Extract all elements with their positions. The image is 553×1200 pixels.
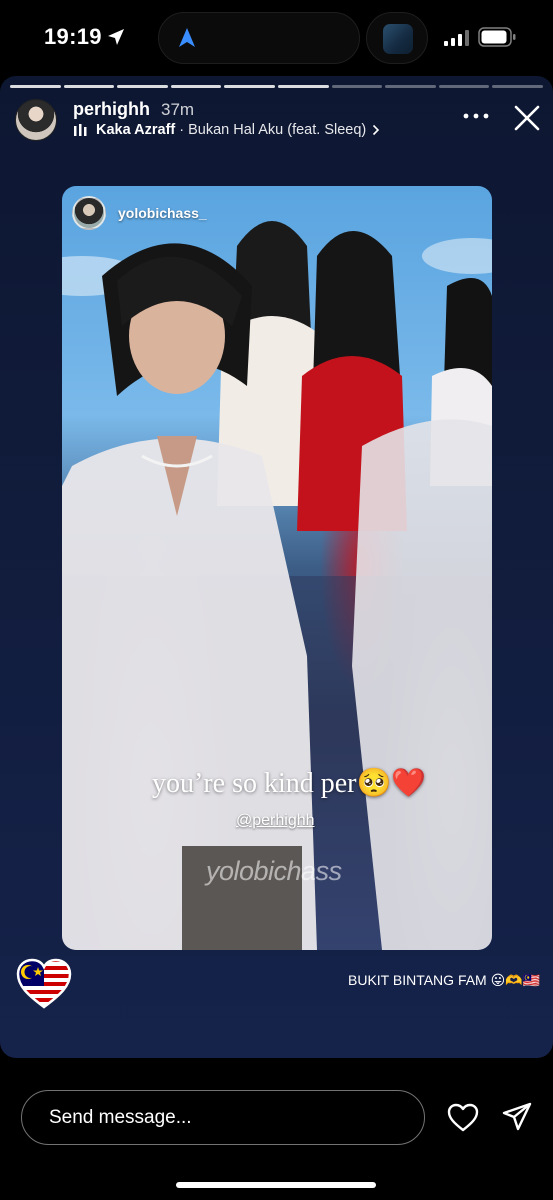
- story-caption: you’re so kind per🥺❤️: [152, 768, 427, 799]
- status-bar: 19:19: [0, 0, 553, 76]
- navigation-arrow-icon: [179, 28, 195, 47]
- now-playing-island[interactable]: [366, 12, 428, 64]
- progress-segment: [277, 85, 329, 88]
- story-age: 37m: [161, 100, 195, 119]
- music-artist: Kaka Azraff: [96, 122, 176, 138]
- shared-post-avatar: [72, 196, 106, 230]
- progress-segment: [10, 85, 61, 88]
- music-bars-icon: [74, 124, 87, 136]
- malaysia-heart-sticker[interactable]: [16, 958, 72, 1010]
- close-icon[interactable]: [513, 104, 541, 132]
- dynamic-island[interactable]: [158, 12, 360, 64]
- progress-segment: [170, 85, 222, 88]
- send-message-placeholder: Send message...: [49, 1107, 192, 1128]
- signal-icon: [444, 30, 469, 46]
- progress-segment: [492, 85, 543, 88]
- battery-icon: [478, 27, 516, 47]
- story-username[interactable]: perhighh: [73, 99, 150, 120]
- heart-icon[interactable]: [447, 1103, 479, 1133]
- progress-segment: [438, 85, 490, 88]
- progress-segment: [385, 85, 436, 88]
- story-progress-bar: [10, 85, 543, 88]
- shared-post-author[interactable]: yolobichass_: [72, 196, 207, 230]
- watermark-text: yolobichass: [206, 856, 342, 886]
- status-time: 19:19: [44, 24, 102, 49]
- more-options-icon[interactable]: [462, 112, 490, 120]
- shared-post-media[interactable]: yolobichass_ you’re so kind per🥺❤️ @perh…: [62, 186, 492, 950]
- progress-segment: [63, 85, 115, 88]
- album-art-thumb: [383, 24, 413, 54]
- send-icon[interactable]: [502, 1102, 532, 1132]
- progress-segment: [224, 85, 275, 88]
- shared-post-username: yolobichass_: [118, 205, 207, 221]
- progress-segment: [117, 85, 168, 88]
- avatar[interactable]: [15, 99, 57, 141]
- progress-segment: [331, 85, 383, 88]
- music-attribution[interactable]: Kaka Azraff · Bukan Hal Aku (feat. Sleeq…: [74, 122, 380, 138]
- home-indicator[interactable]: [176, 1182, 376, 1188]
- video-frame-illustration: [62, 221, 492, 950]
- music-track: · Bukan Hal Aku (feat. Sleeq): [179, 122, 367, 138]
- story-header: perhighh 37m Kaka Azraff · Bukan Hal Aku…: [0, 96, 553, 146]
- story-viewer[interactable]: perhighh 37m Kaka Azraff · Bukan Hal Aku…: [0, 76, 553, 1058]
- story-text-caption: BUKIT BINTANG FAM 😛🫶🇲🇾: [348, 972, 541, 988]
- chevron-right-icon: [373, 124, 380, 136]
- location-arrow-icon: [108, 29, 124, 45]
- send-message-input[interactable]: Send message...: [21, 1090, 425, 1145]
- mention-sticker[interactable]: @perhighh: [236, 812, 315, 830]
